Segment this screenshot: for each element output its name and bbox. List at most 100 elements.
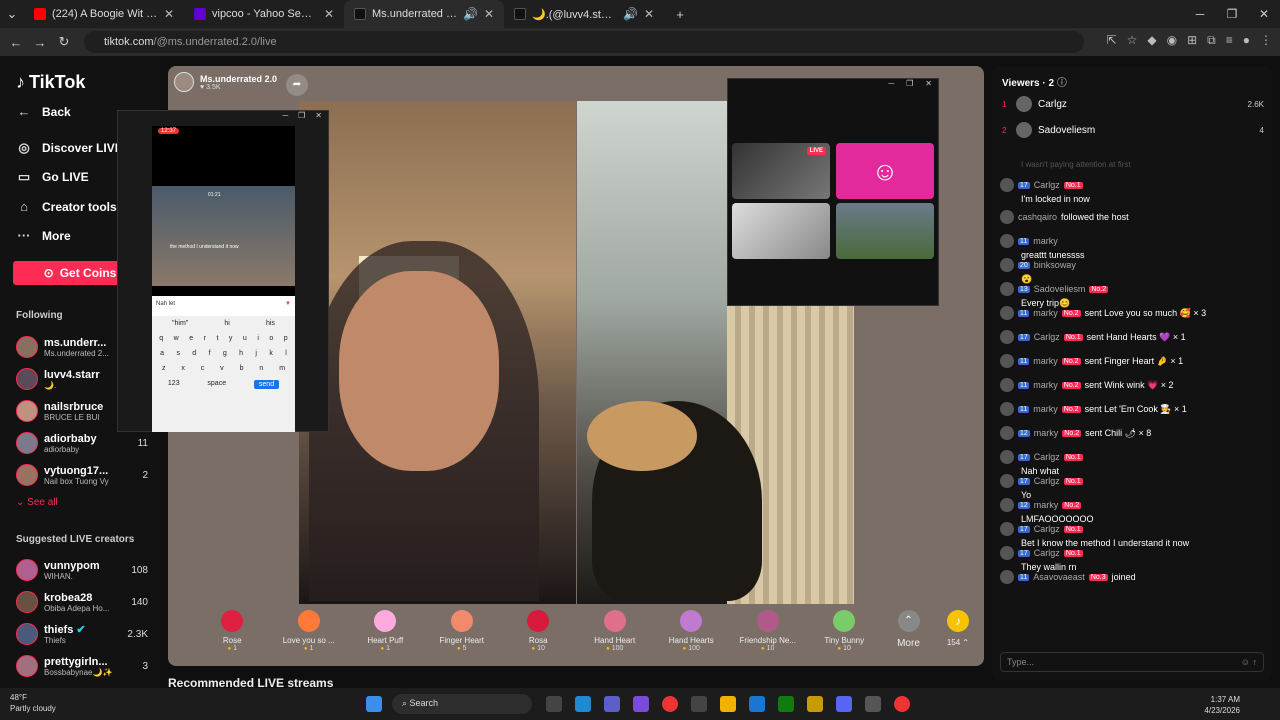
- close-tab-icon[interactable]: ✕: [164, 7, 174, 21]
- kb-key[interactable]: o: [269, 335, 273, 342]
- kb-num-key[interactable]: 123: [168, 380, 180, 389]
- kb-key[interactable]: t: [216, 335, 218, 342]
- nav-go-live[interactable]: ▭ Go LIVE: [16, 169, 89, 185]
- nav-discover-live[interactable]: ◎ Discover LIVE: [16, 140, 122, 156]
- address-bar[interactable]: tiktok.com/@ms.underrated.2.0/live: [84, 31, 1084, 53]
- forward-arrow-icon[interactable]: →: [28, 35, 52, 50]
- browser-tab-1[interactable]: vipcoo - Yahoo Search Results ✕: [184, 0, 344, 28]
- host-info[interactable]: Ms.underrated 2.0 ♥ 3.5K: [174, 72, 277, 92]
- chat-input[interactable]: Type... ☺ ↑: [1000, 652, 1264, 672]
- kb-send-key[interactable]: send: [253, 380, 280, 389]
- following-item[interactable]: adiorbaby adiorbaby 11: [16, 429, 148, 457]
- nav-more[interactable]: ··· More: [16, 228, 71, 243]
- kb-key[interactable]: j: [255, 350, 257, 357]
- kb-key[interactable]: s: [176, 350, 180, 357]
- close-tab-icon[interactable]: ✕: [644, 7, 654, 21]
- extension-icon[interactable]: ⊞: [1187, 33, 1197, 48]
- phone-comment-input[interactable]: Nah let ▼: [152, 296, 295, 316]
- video-tile[interactable]: [732, 203, 830, 259]
- kb-key[interactable]: f: [209, 350, 211, 357]
- browser-tab-3[interactable]: 🌙.(@luvv4.starr) is LIVE - 🔊 ✕: [504, 0, 664, 28]
- screen-share-tile[interactable]: LIVE: [732, 143, 830, 199]
- kb-key[interactable]: d: [192, 350, 196, 357]
- suggested-item[interactable]: prettygirln... Bossbabynae🌙✨ 3: [16, 652, 148, 680]
- kb-key[interactable]: p: [284, 335, 288, 342]
- kb-space-key[interactable]: space: [207, 380, 226, 389]
- more-gifts-button[interactable]: ⌃ More: [889, 604, 929, 649]
- chat-username[interactable]: marky: [1033, 236, 1058, 246]
- reading-list-icon[interactable]: ≡: [1226, 33, 1233, 48]
- app-icon[interactable]: [749, 696, 765, 712]
- nav-creator-tools[interactable]: ⌂ Creator tools: [16, 199, 117, 214]
- edge-icon[interactable]: [575, 696, 591, 712]
- kb-key[interactable]: g: [223, 350, 227, 357]
- maximize-icon[interactable]: ❐: [1216, 0, 1248, 28]
- chat-username[interactable]: Carlgz: [1034, 548, 1060, 558]
- minimize-icon[interactable]: ─: [1184, 0, 1216, 28]
- store-icon[interactable]: [691, 696, 707, 712]
- gift-item[interactable]: Heart Puff1: [347, 604, 424, 652]
- kb-key[interactable]: y: [229, 335, 233, 342]
- chat-username[interactable]: Carlgz: [1034, 476, 1060, 486]
- gift-item[interactable]: Love you so ...1: [271, 604, 348, 652]
- mute-tab-icon[interactable]: 🔊: [623, 7, 638, 21]
- gift-item[interactable]: Rosa10: [500, 604, 577, 652]
- minimize-icon[interactable]: ─: [888, 79, 894, 95]
- gift-item[interactable]: Hand Hearts100: [653, 604, 730, 652]
- kebab-menu-icon[interactable]: ⋮: [1260, 33, 1272, 48]
- open-in-app-icon[interactable]: ⇱: [1107, 33, 1117, 48]
- system-clock[interactable]: 1:37 AM 4/23/2026: [1204, 694, 1240, 716]
- kb-key[interactable]: z: [162, 365, 166, 372]
- suggested-item[interactable]: thiefs ✔ Thiefs 2.3K: [16, 620, 148, 648]
- teams-icon[interactable]: [604, 696, 620, 712]
- maximize-icon[interactable]: ❐: [906, 79, 913, 95]
- discord-tile[interactable]: ☺: [836, 143, 934, 199]
- tiktok-logo[interactable]: ♪ TikTok: [16, 72, 85, 93]
- app-icon[interactable]: [807, 696, 823, 712]
- new-tab-icon[interactable]: +: [668, 7, 692, 22]
- kb-suggestion[interactable]: hi: [224, 320, 229, 327]
- gift-item[interactable]: Hand Heart100: [577, 604, 654, 652]
- task-view-icon[interactable]: [546, 696, 562, 712]
- browser-tab-2[interactable]: Ms.underrated 2.0 (@ms.ur 🔊 ✕: [344, 0, 504, 28]
- kb-key[interactable]: e: [189, 335, 193, 342]
- close-tab-icon[interactable]: ✕: [324, 7, 334, 21]
- bookmark-star-icon[interactable]: ☆: [1127, 33, 1138, 48]
- chat-username[interactable]: Carlgz: [1034, 524, 1060, 534]
- gift-item[interactable]: Rose1: [194, 604, 271, 652]
- kb-suggestion[interactable]: his: [266, 320, 275, 327]
- back-arrow-icon[interactable]: ←: [4, 35, 28, 50]
- kb-key[interactable]: m: [279, 365, 285, 372]
- close-tab-icon[interactable]: ✕: [484, 7, 494, 21]
- chat-username[interactable]: Carlgz: [1034, 180, 1060, 190]
- kb-suggestion[interactable]: "him": [172, 320, 188, 327]
- video-tile[interactable]: [836, 203, 934, 259]
- kb-key[interactable]: w: [174, 335, 179, 342]
- share-icon[interactable]: ➦: [286, 74, 308, 96]
- file-explorer-icon[interactable]: [720, 696, 736, 712]
- mute-tab-icon[interactable]: 🔊: [463, 7, 478, 21]
- kb-key[interactable]: q: [159, 335, 163, 342]
- extension-icon[interactable]: ◉: [1167, 33, 1177, 48]
- xbox-icon[interactable]: [778, 696, 794, 712]
- gift-item[interactable]: Tiny Bunny10: [806, 604, 883, 652]
- profile-avatar[interactable]: ●: [1243, 33, 1250, 48]
- kb-key[interactable]: k: [269, 350, 273, 357]
- app-icon[interactable]: [865, 696, 881, 712]
- chat-username[interactable]: Sadoveliesm: [1034, 284, 1086, 294]
- kb-key[interactable]: c: [201, 365, 205, 372]
- close-icon[interactable]: ✕: [925, 79, 932, 95]
- suggested-item[interactable]: vunnypom WIHAN. 108: [16, 556, 148, 584]
- browser-tab-0[interactable]: (224) A Boogie Wit Da Hoodie ✕: [24, 0, 184, 28]
- viewer-row[interactable]: 1 Carlgz 2.6K: [1002, 96, 1264, 112]
- kb-key[interactable]: u: [243, 335, 247, 342]
- gift-item[interactable]: Friendship Ne...10: [730, 604, 807, 652]
- close-window-icon[interactable]: ✕: [1248, 0, 1280, 28]
- coin-balance-button[interactable]: ♪ 154 ⌃: [938, 610, 978, 647]
- tab-menu-icon[interactable]: ⌄: [0, 6, 24, 22]
- chat-username[interactable]: binksoway: [1034, 260, 1076, 270]
- discord-icon[interactable]: [836, 696, 852, 712]
- chat-username[interactable]: marky: [1033, 404, 1058, 414]
- kb-key[interactable]: n: [259, 365, 263, 372]
- taskbar-search[interactable]: ⌕ Search: [392, 694, 532, 714]
